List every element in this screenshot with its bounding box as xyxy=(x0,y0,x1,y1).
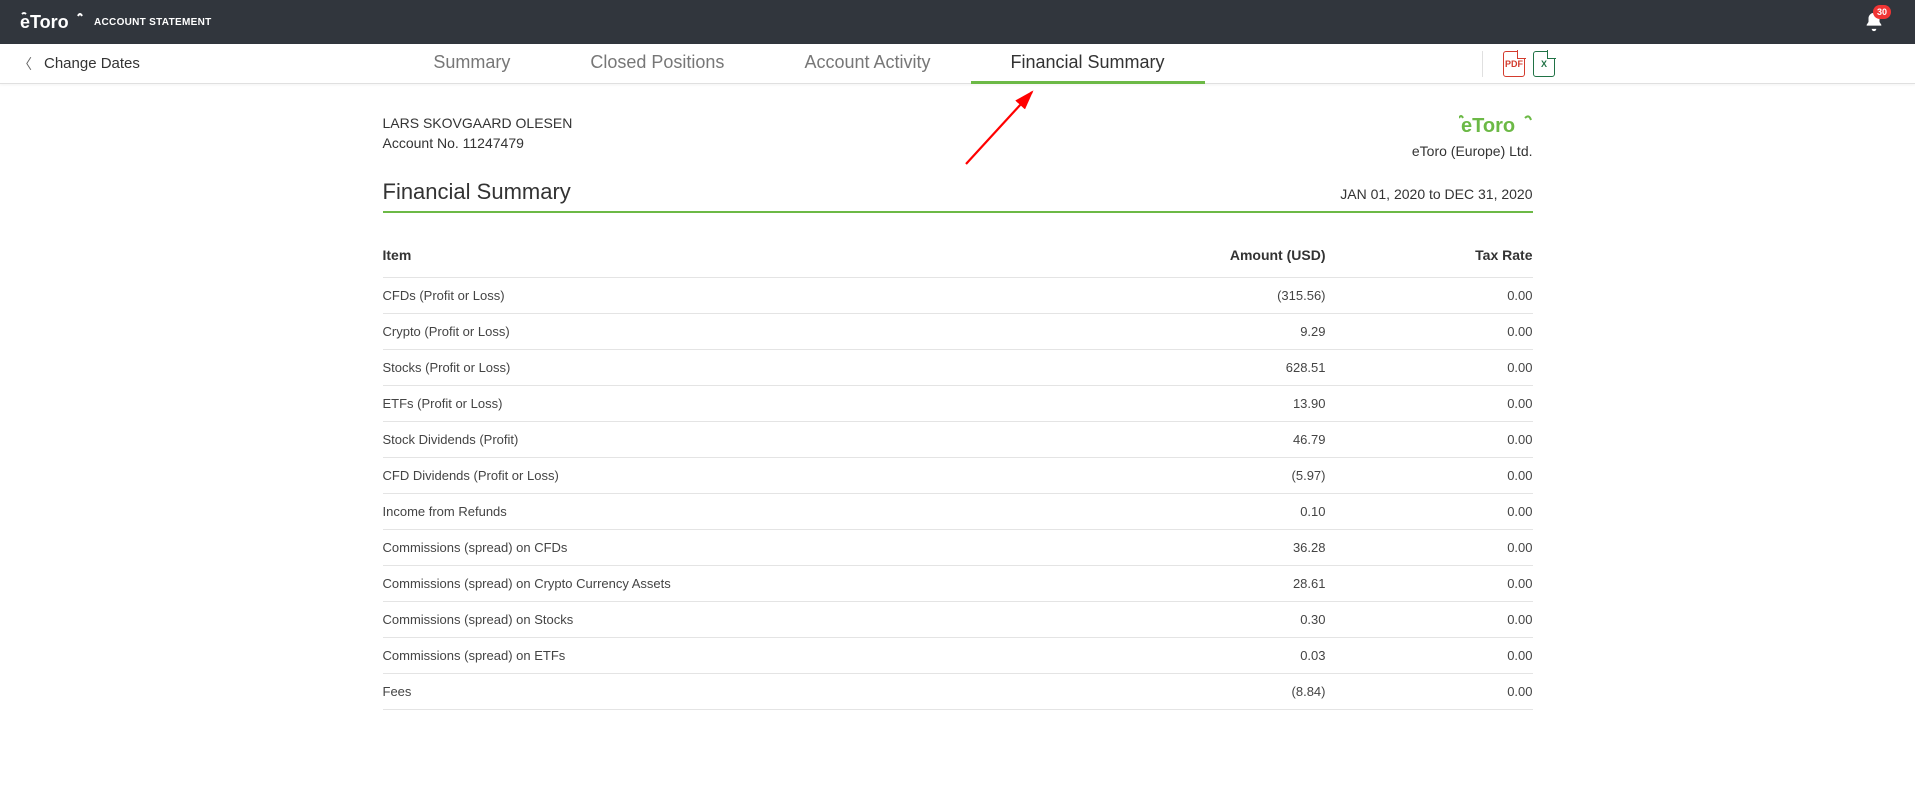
cell-item: ETFs (Profit or Loss) xyxy=(383,386,866,422)
cell-rate: 0.00 xyxy=(1326,494,1533,530)
notification-button[interactable]: 30 xyxy=(1863,11,1885,33)
cell-amount: 13.90 xyxy=(866,386,1326,422)
cell-item: Fees xyxy=(383,674,866,710)
table-row: Income from Refunds0.100.00 xyxy=(383,494,1533,530)
cell-amount: (8.84) xyxy=(866,674,1326,710)
account-holder: LARS SKOVGAARD OLESEN Account No. 112474… xyxy=(383,114,573,153)
table-row: Fees(8.84)0.00 xyxy=(383,674,1533,710)
tab-summary[interactable]: Summary xyxy=(393,44,550,84)
svg-text:eToro: eToro xyxy=(20,12,69,32)
table-row: Stock Dividends (Profit)46.790.00 xyxy=(383,422,1533,458)
svg-text:eToro: eToro xyxy=(1461,115,1515,136)
cell-amount: 46.79 xyxy=(866,422,1326,458)
cell-item: CFDs (Profit or Loss) xyxy=(383,278,866,314)
col-header-item: Item xyxy=(383,237,866,278)
cell-amount: 0.10 xyxy=(866,494,1326,530)
meta-row: LARS SKOVGAARD OLESEN Account No. 112474… xyxy=(383,114,1533,159)
topbar-title: ACCOUNT STATEMENT xyxy=(94,17,212,28)
cell-item: Commissions (spread) on CFDs xyxy=(383,530,866,566)
change-dates-button[interactable]: 〈 Change Dates xyxy=(0,54,140,74)
cell-rate: 0.00 xyxy=(1326,422,1533,458)
table-row: Commissions (spread) on CFDs36.280.00 xyxy=(383,530,1533,566)
cell-rate: 0.00 xyxy=(1326,602,1533,638)
table-row: Stocks (Profit or Loss)628.510.00 xyxy=(383,350,1533,386)
etoro-logo: eToro xyxy=(20,10,90,34)
notification-badge: 30 xyxy=(1873,5,1891,19)
cell-item: Crypto (Profit or Loss) xyxy=(383,314,866,350)
cell-amount: 0.03 xyxy=(866,638,1326,674)
export-buttons: PDF X xyxy=(1482,51,1915,77)
content: LARS SKOVGAARD OLESEN Account No. 112474… xyxy=(383,114,1533,710)
tabs: Summary Closed Positions Account Activit… xyxy=(140,44,1458,84)
section-title: Financial Summary xyxy=(383,179,571,205)
cell-amount: (5.97) xyxy=(866,458,1326,494)
table-row: ETFs (Profit or Loss)13.900.00 xyxy=(383,386,1533,422)
cell-rate: 0.00 xyxy=(1326,350,1533,386)
cell-amount: 628.51 xyxy=(866,350,1326,386)
table-row: Commissions (spread) on Crypto Currency … xyxy=(383,566,1533,602)
cell-item: Commissions (spread) on Stocks xyxy=(383,602,866,638)
tab-financial-summary[interactable]: Financial Summary xyxy=(971,44,1205,84)
export-pdf-button[interactable]: PDF xyxy=(1503,51,1525,77)
etoro-brand-icon: eToro xyxy=(1412,114,1533,141)
cell-item: Stocks (Profit or Loss) xyxy=(383,350,866,386)
cell-rate: 0.00 xyxy=(1326,674,1533,710)
cell-item: Commissions (spread) on ETFs xyxy=(383,638,866,674)
cell-rate: 0.00 xyxy=(1326,314,1533,350)
cell-item: Commissions (spread) on Crypto Currency … xyxy=(383,566,866,602)
table-row: CFD Dividends (Profit or Loss)(5.97)0.00 xyxy=(383,458,1533,494)
cell-rate: 0.00 xyxy=(1326,458,1533,494)
cell-item: Income from Refunds xyxy=(383,494,866,530)
col-header-rate: Tax Rate xyxy=(1326,237,1533,278)
change-dates-label: Change Dates xyxy=(44,55,140,72)
col-header-amount: Amount (USD) xyxy=(866,237,1326,278)
export-xls-button[interactable]: X xyxy=(1533,51,1555,77)
cell-item: CFD Dividends (Profit or Loss) xyxy=(383,458,866,494)
topbar: eToro ACCOUNT STATEMENT 30 xyxy=(0,0,1915,44)
entity-block: eToro eToro (Europe) Ltd. xyxy=(1412,114,1533,159)
cell-amount: 9.29 xyxy=(866,314,1326,350)
financial-summary-table: Item Amount (USD) Tax Rate CFDs (Profit … xyxy=(383,237,1533,710)
cell-rate: 0.00 xyxy=(1326,566,1533,602)
table-row: Commissions (spread) on Stocks0.300.00 xyxy=(383,602,1533,638)
cell-rate: 0.00 xyxy=(1326,530,1533,566)
table-row: Crypto (Profit or Loss)9.290.00 xyxy=(383,314,1533,350)
account-holder-name: LARS SKOVGAARD OLESEN xyxy=(383,114,573,134)
tab-account-activity[interactable]: Account Activity xyxy=(764,44,970,84)
cell-rate: 0.00 xyxy=(1326,638,1533,674)
cell-amount: 0.30 xyxy=(866,602,1326,638)
cell-amount: 36.28 xyxy=(866,530,1326,566)
entity-name: eToro (Europe) Ltd. xyxy=(1412,143,1533,159)
cell-amount: (315.56) xyxy=(866,278,1326,314)
table-row: Commissions (spread) on ETFs0.030.00 xyxy=(383,638,1533,674)
cell-rate: 0.00 xyxy=(1326,386,1533,422)
tab-closed-positions[interactable]: Closed Positions xyxy=(550,44,764,84)
section-header: Financial Summary JAN 01, 2020 to DEC 31… xyxy=(383,179,1533,213)
table-row: CFDs (Profit or Loss)(315.56)0.00 xyxy=(383,278,1533,314)
cell-rate: 0.00 xyxy=(1326,278,1533,314)
account-number: Account No. 11247479 xyxy=(383,134,573,154)
cell-amount: 28.61 xyxy=(866,566,1326,602)
cell-item: Stock Dividends (Profit) xyxy=(383,422,866,458)
date-range: JAN 01, 2020 to DEC 31, 2020 xyxy=(1340,186,1532,202)
chevron-left-icon: 〈 xyxy=(18,54,32,74)
tabbar: 〈 Change Dates Summary Closed Positions … xyxy=(0,44,1915,84)
